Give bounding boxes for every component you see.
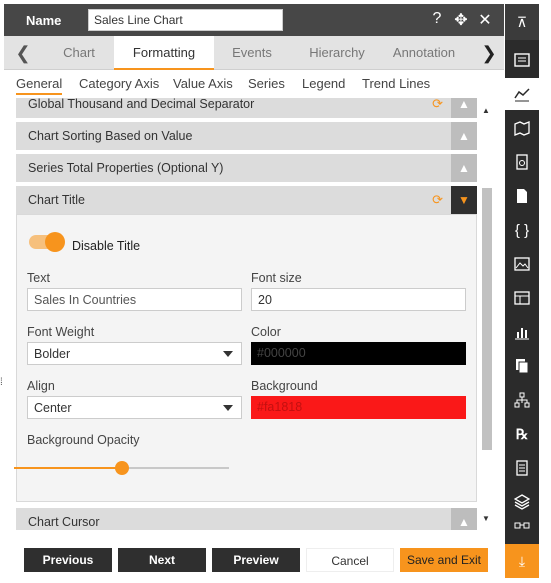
- edge-marker: ⁞: [0, 377, 3, 388]
- report-icon[interactable]: [505, 452, 539, 484]
- text-label: Text: [27, 271, 50, 285]
- section-chart-cursor[interactable]: Chart Cursor ▲: [16, 508, 477, 530]
- preview-button[interactable]: Preview: [212, 548, 300, 572]
- previous-button[interactable]: Previous: [24, 548, 112, 572]
- tab-annotation[interactable]: Annotation: [374, 36, 474, 70]
- subtab-general[interactable]: General: [16, 76, 63, 95]
- background-opacity-label: Background Opacity: [27, 433, 140, 447]
- align-select[interactable]: Center: [27, 396, 242, 419]
- toggle-knob: [45, 232, 65, 252]
- section-series-total[interactable]: Series Total Properties (Optional Y) ▲: [16, 154, 477, 182]
- chart-title-panel: Disable Title Text Sales In Countries Fo…: [16, 214, 477, 502]
- opacity-slider[interactable]: [14, 461, 229, 475]
- document-settings-icon[interactable]: [505, 146, 539, 178]
- chevron-up-icon[interactable]: ▲: [451, 122, 477, 150]
- font-weight-value: Bolder: [34, 347, 71, 361]
- name-label: Name: [26, 12, 62, 28]
- section-thousand-separator[interactable]: Global Thousand and Decimal Separator ⟳ …: [16, 98, 477, 118]
- properties-header: Name ? ✥ ✕: [4, 4, 504, 36]
- layers-icon[interactable]: [505, 486, 539, 518]
- scroll-down-icon[interactable]: ▼: [482, 514, 490, 523]
- subtab-category-axis[interactable]: Category Axis: [79, 76, 159, 91]
- subtab-value-axis[interactable]: Value Axis: [173, 76, 233, 91]
- chevron-down-icon: [223, 351, 233, 357]
- background-color-picker[interactable]: #fa1818: [251, 396, 466, 419]
- section-title: Chart Sorting Based on Value: [28, 129, 193, 143]
- sub-tabs: General Category Axis Value Axis Series …: [4, 70, 504, 98]
- font-size-label: Font size: [251, 271, 302, 285]
- flow-icon[interactable]: [505, 520, 539, 540]
- section-title: Series Total Properties (Optional Y): [28, 161, 224, 175]
- line-chart-icon[interactable]: [505, 78, 539, 110]
- align-value: Center: [34, 401, 72, 415]
- disable-title-label: Disable Title: [72, 239, 141, 253]
- scroll-up-icon[interactable]: ▲: [482, 106, 490, 115]
- header-icons: ? ✥ ✕: [428, 10, 494, 30]
- bar-chart-icon[interactable]: [505, 316, 539, 348]
- opacity-slider-fill: [14, 467, 122, 469]
- scrollbar-thumb[interactable]: [482, 188, 492, 450]
- disable-title-toggle[interactable]: [29, 232, 65, 252]
- chevron-down-icon[interactable]: ▼: [451, 186, 477, 214]
- footer-actions: Previous Next Preview Cancel Save and Ex…: [4, 540, 504, 578]
- subtab-series[interactable]: Series: [248, 76, 285, 91]
- tab-chart[interactable]: Chart: [44, 36, 114, 70]
- tabs-prev-arrow-icon[interactable]: ❮: [8, 36, 38, 70]
- font-size-input[interactable]: 20: [251, 288, 466, 311]
- right-toolbar: ⊼ { } ℞ ⤓: [505, 4, 539, 578]
- section-title: Chart Cursor: [28, 515, 100, 529]
- cancel-button[interactable]: Cancel: [306, 548, 394, 572]
- map-icon[interactable]: [505, 112, 539, 144]
- title-text-input[interactable]: Sales In Countries: [27, 288, 242, 311]
- image-icon[interactable]: [505, 248, 539, 280]
- save-and-exit-button[interactable]: Save and Exit: [400, 548, 488, 572]
- refresh-icon[interactable]: ⟳: [432, 192, 443, 208]
- chart-name-input[interactable]: [88, 9, 283, 31]
- section-title: Chart Title: [28, 193, 85, 207]
- document-icon[interactable]: [505, 180, 539, 212]
- refresh-icon[interactable]: ⟳: [432, 98, 443, 112]
- tabs-next-arrow-icon[interactable]: ❯: [474, 36, 504, 70]
- hierarchy-icon[interactable]: [505, 384, 539, 416]
- copy-icon[interactable]: [505, 350, 539, 382]
- font-weight-select[interactable]: Bolder: [27, 342, 242, 365]
- table-icon[interactable]: [505, 282, 539, 314]
- section-title: Global Thousand and Decimal Separator: [28, 98, 255, 111]
- chevron-up-icon[interactable]: ▲: [451, 508, 477, 530]
- code-braces-icon[interactable]: { }: [505, 214, 539, 246]
- section-chart-title[interactable]: Chart Title ⟳ ▼: [16, 186, 477, 214]
- subtab-legend[interactable]: Legend: [302, 76, 345, 91]
- background-label: Background: [251, 379, 318, 393]
- formatting-content: Global Thousand and Decimal Separator ⟳ …: [4, 98, 504, 530]
- color-picker[interactable]: #000000: [251, 342, 466, 365]
- close-icon[interactable]: ✕: [476, 10, 494, 30]
- collapse-up-icon[interactable]: ⊼: [505, 4, 539, 40]
- chevron-up-icon[interactable]: ▲: [451, 154, 477, 182]
- main-tabs: ❮ Chart Formatting Events Hierarchy Anno…: [4, 36, 504, 70]
- rx-icon[interactable]: ℞: [505, 418, 539, 450]
- subtab-trend-lines[interactable]: Trend Lines: [362, 76, 430, 91]
- next-button[interactable]: Next: [118, 548, 206, 572]
- help-icon[interactable]: ?: [428, 10, 446, 30]
- align-label: Align: [27, 379, 55, 393]
- tab-events[interactable]: Events: [214, 36, 290, 70]
- section-chart-sorting[interactable]: Chart Sorting Based on Value ▲: [16, 122, 477, 150]
- opacity-slider-thumb[interactable]: [114, 461, 129, 475]
- color-label: Color: [251, 325, 281, 339]
- content-scrollbar[interactable]: ▲ ▼: [480, 98, 494, 530]
- download-icon[interactable]: ⤓: [505, 544, 539, 578]
- chart-list-icon[interactable]: [505, 44, 539, 76]
- chevron-up-icon[interactable]: ▲: [451, 98, 477, 118]
- tab-formatting[interactable]: Formatting: [114, 36, 214, 70]
- chevron-down-icon: [223, 405, 233, 411]
- move-icon[interactable]: ✥: [452, 10, 470, 30]
- tab-hierarchy[interactable]: Hierarchy: [294, 36, 380, 70]
- font-weight-label: Font Weight: [27, 325, 95, 339]
